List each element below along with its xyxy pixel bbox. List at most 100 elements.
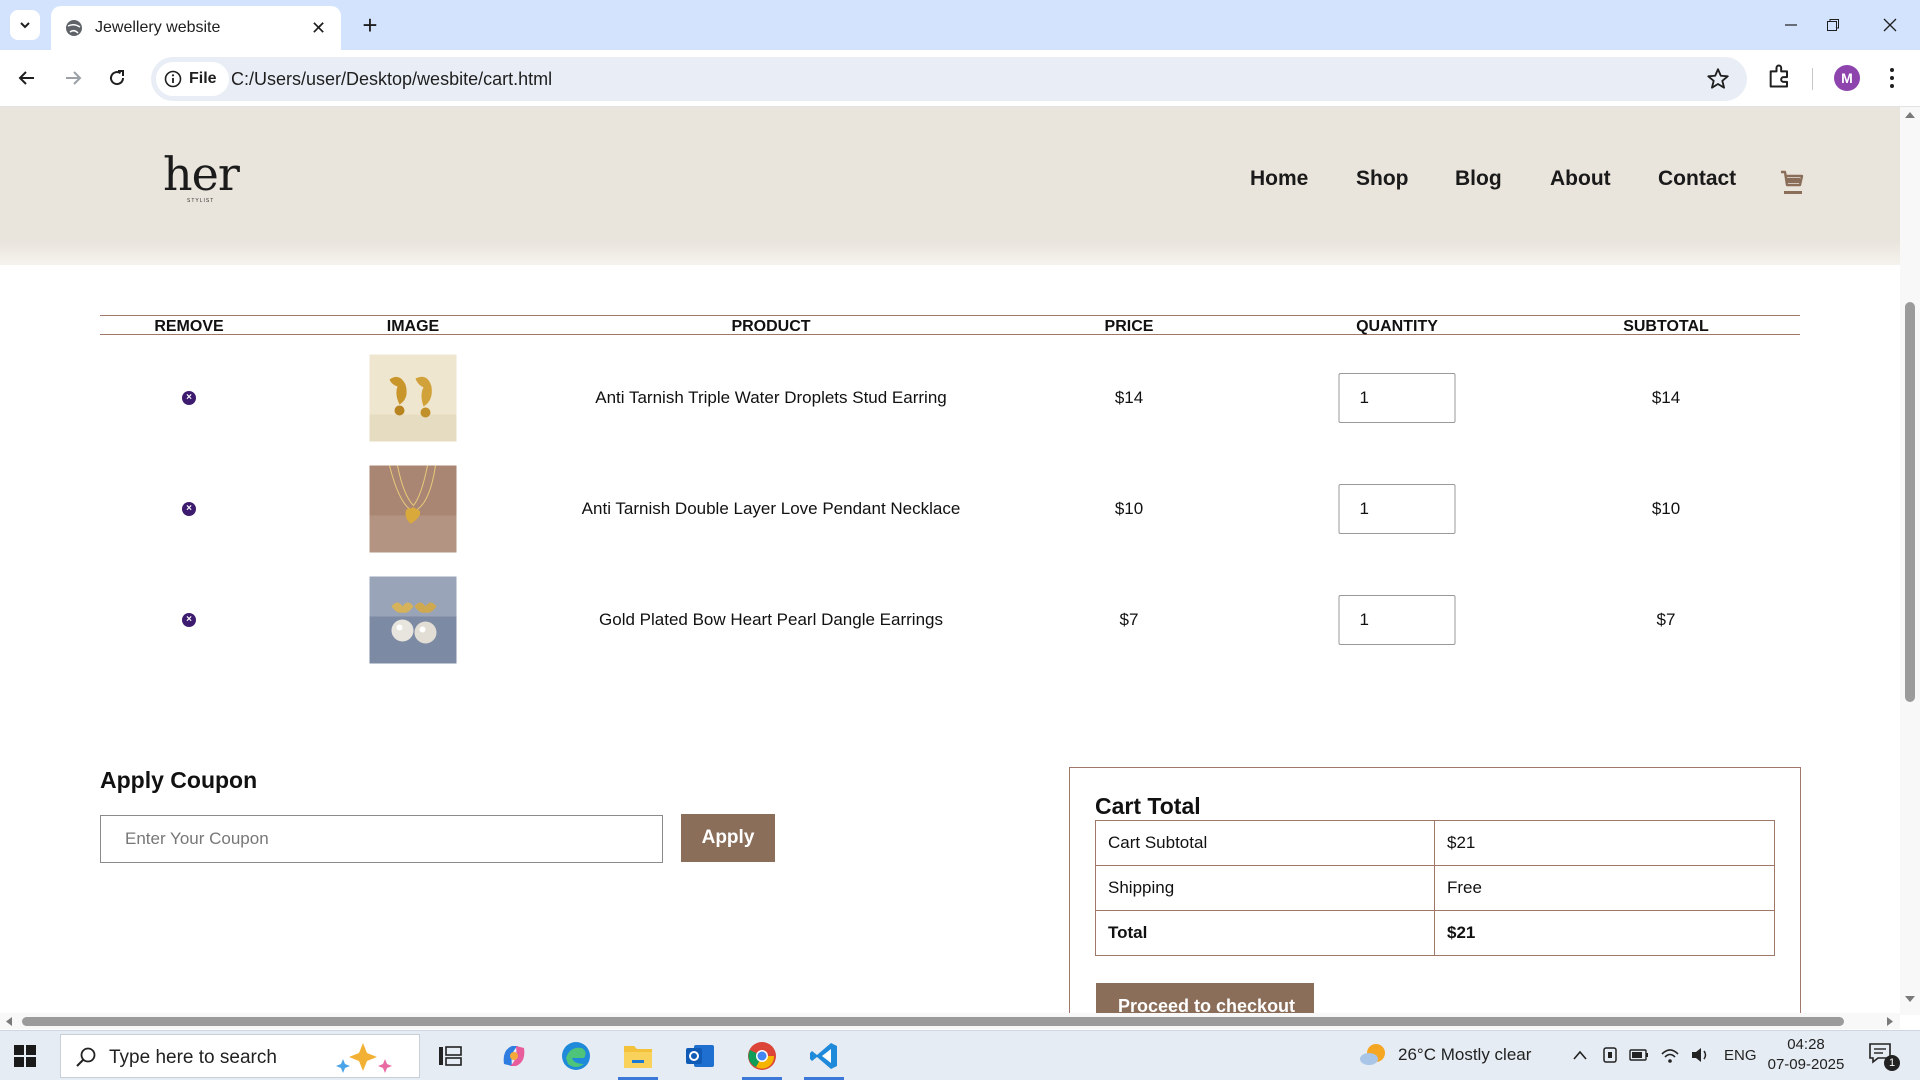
restore-icon <box>1827 19 1839 31</box>
close-circle-icon: × <box>186 614 192 625</box>
shopping-cart-icon[interactable] <box>1780 169 1804 195</box>
outlook-icon <box>686 1045 714 1067</box>
reload-button[interactable] <box>101 62 133 94</box>
cart-row: × Anti Tarnish Triple Water Droplets Stu… <box>100 335 1800 446</box>
horizontal-scrollbar[interactable] <box>0 1013 1900 1029</box>
nav-contact[interactable]: Contact <box>1658 167 1736 197</box>
cart-subtotal-row: Cart Subtotal $21 <box>1095 820 1775 866</box>
remove-item-button[interactable]: × <box>182 502 196 516</box>
product-image <box>369 576 457 664</box>
arrow-left-icon <box>18 71 34 85</box>
clock-time: 04:28 <box>1787 1036 1825 1053</box>
product-name[interactable]: Anti Tarnish Triple Water Droplets Stud … <box>595 388 946 408</box>
new-tab-button[interactable]: + <box>355 10 385 40</box>
apply-coupon-button[interactable]: Apply <box>681 814 775 862</box>
taskbar-outlook[interactable] <box>674 1035 726 1077</box>
task-view-button[interactable] <box>424 1035 476 1077</box>
url-text[interactable]: C:/Users/user/Desktop/wesbite/cart.html <box>231 69 552 90</box>
coupon-input[interactable] <box>100 815 663 863</box>
vertical-scroll-thumb[interactable] <box>1905 302 1915 702</box>
shipping-row: Shipping Free <box>1095 865 1775 911</box>
windows-start-icon[interactable] <box>14 1045 36 1067</box>
quantity-input[interactable] <box>1338 595 1456 645</box>
site-info-chip[interactable]: File <box>156 62 229 96</box>
nav-blog[interactable]: Blog <box>1455 167 1502 197</box>
header-quantity: QUANTITY <box>1356 318 1438 335</box>
product-subtotal: $10 <box>1651 499 1681 518</box>
quantity-input[interactable] <box>1338 484 1456 534</box>
total-label: Shipping <box>1095 865 1435 911</box>
coupon-title: Apply Coupon <box>100 767 258 793</box>
close-window-button[interactable] <box>1875 10 1905 40</box>
scroll-right-icon[interactable] <box>1886 1016 1894 1027</box>
total-value: Free <box>1434 865 1775 911</box>
cart-row: × Anti Tarnish Double Layer Love Pendant… <box>100 446 1800 557</box>
remove-item-button[interactable]: × <box>182 613 196 627</box>
product-price: $7 <box>1119 610 1139 629</box>
address-bar[interactable]: File C:/Users/user/Desktop/wesbite/cart.… <box>151 57 1747 101</box>
proceed-to-checkout-button[interactable]: Proceed to checkout <box>1096 983 1314 1015</box>
restore-button[interactable] <box>1818 10 1848 40</box>
arrow-right-icon <box>66 71 82 85</box>
site-logo[interactable]: her STYLIST <box>163 149 243 205</box>
grand-total-row: Total $21 <box>1095 910 1775 956</box>
site-header: her STYLIST Home Shop Blog About Contact <box>0 107 1900 265</box>
battery-icon[interactable] <box>1629 1048 1649 1062</box>
total-label: Cart Subtotal <box>1095 820 1435 866</box>
taskbar-copilot[interactable] <box>488 1035 540 1077</box>
product-name[interactable]: Anti Tarnish Double Layer Love Pendant N… <box>582 499 961 519</box>
notification-center-button[interactable]: 1 <box>1868 1041 1908 1073</box>
volume-icon[interactable] <box>1690 1046 1710 1064</box>
taskbar-file-explorer[interactable] <box>612 1035 664 1080</box>
browser-tab-strip: Jewellery website ✕ + <box>0 0 1920 50</box>
profile-avatar[interactable]: M <box>1834 65 1860 91</box>
header-subtotal: SUBTOTAL <box>1623 318 1709 335</box>
nav-home[interactable]: Home <box>1250 167 1308 197</box>
extensions-icon[interactable] <box>1766 62 1794 90</box>
header-product: PRODUCT <box>731 318 811 335</box>
chevron-up-icon[interactable] <box>1572 1049 1588 1061</box>
nav-about[interactable]: About <box>1550 167 1611 197</box>
bookmark-star-icon[interactable] <box>1705 66 1731 92</box>
cart-table: REMOVE IMAGE PRODUCT PRICE QUANTITY SUBT… <box>100 315 1800 668</box>
product-name[interactable]: Gold Plated Bow Heart Pearl Dangle Earri… <box>599 610 943 630</box>
tab-close-icon[interactable]: ✕ <box>311 19 326 37</box>
scroll-left-icon[interactable] <box>5 1016 13 1027</box>
close-circle-icon: × <box>186 392 192 403</box>
weather-icon <box>1360 1044 1385 1065</box>
copilot-icon <box>503 1046 525 1066</box>
weather-text[interactable]: 26°C Mostly clear <box>1398 1045 1531 1065</box>
scroll-up-icon[interactable] <box>1904 111 1916 119</box>
vscode-icon <box>810 1043 837 1069</box>
more-options-icon[interactable] <box>1880 64 1904 92</box>
language-indicator[interactable]: ENG <box>1724 1047 1757 1064</box>
total-value: $21 <box>1434 910 1775 956</box>
product-price: $10 <box>1114 499 1144 518</box>
tab-search-button[interactable] <box>10 10 40 40</box>
horizontal-scroll-thumb[interactable] <box>22 1017 1844 1026</box>
taskbar-edge[interactable] <box>550 1035 602 1077</box>
total-value: $21 <box>1434 820 1775 866</box>
close-icon <box>1883 18 1897 32</box>
notification-count: 1 <box>1884 1055 1900 1071</box>
taskbar-vscode[interactable] <box>798 1035 850 1080</box>
vertical-scrollbar[interactable] <box>1900 107 1920 1015</box>
remove-item-button[interactable]: × <box>182 391 196 405</box>
page-viewport: her STYLIST Home Shop Blog About Contact… <box>0 107 1900 1015</box>
taskbar-search[interactable]: Type here to search <box>60 1034 420 1078</box>
wifi-icon[interactable] <box>1660 1046 1680 1064</box>
forward-button[interactable] <box>57 62 89 94</box>
minimize-icon <box>1785 24 1797 26</box>
clock-date: 07-09-2025 <box>1767 1056 1845 1073</box>
minimize-button[interactable] <box>1776 10 1806 40</box>
active-tab[interactable]: Jewellery website ✕ <box>51 6 341 50</box>
taskbar-chrome[interactable] <box>736 1035 788 1080</box>
toolbar-separator <box>1812 68 1813 90</box>
chrome-icon <box>748 1042 776 1070</box>
scroll-down-icon[interactable] <box>1904 995 1916 1003</box>
meet-now-icon[interactable] <box>1601 1046 1619 1064</box>
taskbar-clock[interactable]: 04:28 07-09-2025 <box>1766 1035 1846 1075</box>
nav-shop[interactable]: Shop <box>1356 167 1409 197</box>
quantity-input[interactable] <box>1338 373 1456 423</box>
back-button[interactable] <box>11 62 43 94</box>
